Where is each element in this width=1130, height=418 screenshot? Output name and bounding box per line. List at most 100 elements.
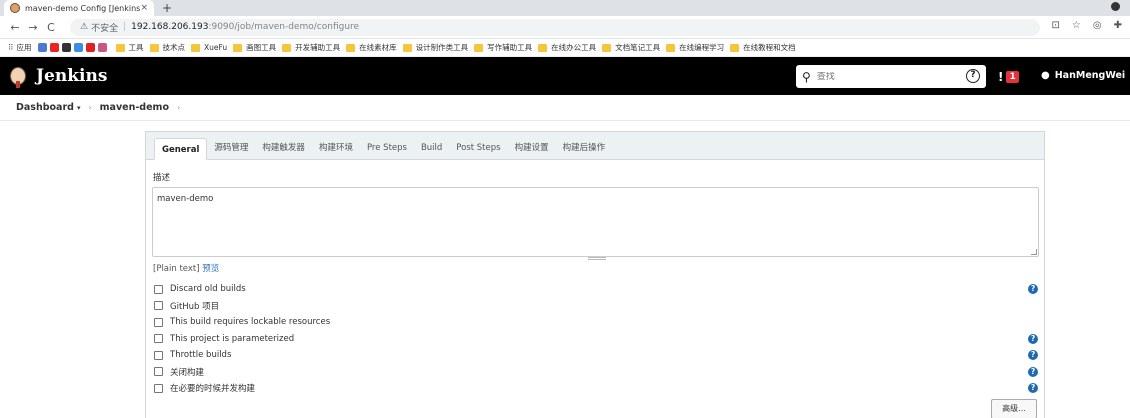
checkbox[interactable] <box>154 284 163 294</box>
bookmark-folder[interactable]: 在线教程和文档 <box>730 42 796 53</box>
address-bar: ← → C ⚠ 不安全 | 192.168.206.193 :9090/job/… <box>0 16 1130 39</box>
folder-icon <box>282 43 292 52</box>
text-format: [Plain text] 预览 <box>153 262 219 274</box>
folder-icon <box>538 43 548 52</box>
window-controls <box>1111 2 1120 11</box>
bookmark-folder[interactable]: 在线素材库 <box>346 42 397 53</box>
tab-post-steps[interactable]: Post Steps <box>449 137 507 159</box>
bookmark-folder[interactable]: 写作辅助工具 <box>474 42 532 53</box>
folder-icon <box>474 43 484 52</box>
bookmark-folder[interactable]: 开发辅助工具 <box>282 42 340 53</box>
bookmark-apps[interactable]: ⠿ 应用 <box>8 42 32 53</box>
jenkins-header: Jenkins ⚲ ? ! 1 ● HanMengWei <box>0 57 1130 95</box>
tab-scm[interactable]: 源码管理 <box>207 137 255 159</box>
url-divider: | <box>123 22 127 32</box>
option-concurrent-builds: 在必要的时候并发构建 ? <box>154 380 1038 397</box>
description-value: maven-demo <box>157 194 214 204</box>
forward-button[interactable]: → <box>24 21 42 34</box>
bookmark-star-icon[interactable]: ☆ <box>1072 20 1081 31</box>
url-path: :9090/job/maven-demo/configure <box>208 22 360 32</box>
description-textarea[interactable]: maven-demo <box>152 187 1039 257</box>
help-icon[interactable]: ? <box>1028 333 1038 344</box>
breadcrumb: Dashboard ▾ › maven-demo › <box>0 95 1130 121</box>
breadcrumb-dashboard[interactable]: Dashboard <box>16 102 74 113</box>
help-icon[interactable]: ? <box>1028 350 1038 360</box>
tab-triggers[interactable]: 构建触发器 <box>255 137 312 159</box>
tab-build[interactable]: Build <box>414 137 449 159</box>
bookmark-folder[interactable]: 在线办公工具 <box>538 42 596 53</box>
checkbox[interactable] <box>154 367 163 377</box>
checkbox[interactable] <box>154 383 163 393</box>
help-icon[interactable]: ? <box>1028 383 1038 393</box>
tab-build-settings[interactable]: 构建设置 <box>508 137 556 159</box>
tab-build-env[interactable]: 构建环境 <box>312 137 360 159</box>
translate-icon[interactable]: ⊡ <box>1052 20 1060 31</box>
tab-close-icon[interactable]: × <box>140 3 148 13</box>
bookmark-site-icons[interactable] <box>37 43 110 52</box>
user-name: HanMengWei <box>1054 70 1126 81</box>
option-github-project: GitHub 项目 <box>154 298 1038 315</box>
tab-pre-steps[interactable]: Pre Steps <box>360 137 414 159</box>
folder-icon <box>602 43 612 52</box>
extension-icon[interactable]: ◎ <box>1093 20 1102 31</box>
bookmark-folder[interactable]: 在线编程学习 <box>666 42 724 53</box>
jenkins-favicon-icon <box>10 3 20 13</box>
security-alert[interactable]: ! 1 <box>998 70 1019 84</box>
description-label: 描述 <box>153 173 171 183</box>
checkbox[interactable] <box>154 317 163 327</box>
search-input[interactable] <box>816 71 947 82</box>
search-box: ⚲ ? <box>796 65 986 88</box>
url-input[interactable]: ⚠ 不安全 | 192.168.206.193 :9090/job/maven-… <box>70 18 1040 36</box>
bookmark-folder[interactable]: XueFu <box>191 43 227 52</box>
search-help-icon[interactable]: ? <box>966 69 980 83</box>
folder-icon <box>233 43 243 52</box>
bookmark-folder[interactable]: 技术点 <box>149 42 185 53</box>
back-button[interactable]: ← <box>6 21 24 34</box>
bookmark-folder[interactable]: 工具 <box>115 42 144 53</box>
breadcrumb-job[interactable]: maven-demo <box>100 102 169 113</box>
checkbox[interactable] <box>154 301 163 311</box>
warning-icon[interactable]: ⚠ <box>80 22 88 32</box>
folder-icon <box>149 43 159 52</box>
resize-handle-icon[interactable] <box>1031 249 1037 255</box>
folder-icon <box>666 43 676 52</box>
user-menu[interactable]: ● HanMengWei <box>1041 70 1125 81</box>
option-parameterized: This project is parameterized ? <box>154 331 1038 348</box>
site-icon <box>37 43 47 52</box>
jenkins-logo-icon[interactable] <box>8 64 28 88</box>
site-icon <box>73 43 83 52</box>
option-throttle-builds: Throttle builds ? <box>154 347 1038 364</box>
advanced-button[interactable]: 高级... <box>991 399 1037 418</box>
site-icon <box>85 43 95 52</box>
textarea-grip-icon[interactable] <box>588 257 606 260</box>
bookmark-folder[interactable]: 设计制作类工具 <box>402 42 468 53</box>
reload-button[interactable]: C <box>42 21 60 34</box>
preview-link[interactable]: 预览 <box>202 264 219 274</box>
tab-post-build[interactable]: 构建后操作 <box>556 137 613 159</box>
jenkins-title[interactable]: Jenkins <box>36 66 107 86</box>
breadcrumb-separator-icon: › <box>88 103 92 112</box>
bookmark-folder[interactable]: 文档笔记工具 <box>602 42 660 53</box>
site-icon <box>61 43 71 52</box>
browser-tab-bar: maven-demo Config [Jenkins] × + <box>0 0 1130 16</box>
help-icon[interactable]: ? <box>1028 366 1038 377</box>
checkbox[interactable] <box>154 350 163 360</box>
bookmark-folder[interactable]: 画图工具 <box>233 42 276 53</box>
browser-tab[interactable]: maven-demo Config [Jenkins] × <box>4 0 154 16</box>
site-icon <box>97 43 107 52</box>
breadcrumb-separator-icon[interactable]: › <box>177 103 180 112</box>
tab-general[interactable]: General <box>154 138 208 160</box>
chevron-down-icon[interactable]: ▾ <box>77 104 81 112</box>
help-icon[interactable]: ? <box>1028 284 1038 294</box>
checkbox[interactable] <box>154 334 163 344</box>
profile-icon[interactable] <box>1111 2 1120 11</box>
new-tab-button[interactable]: + <box>162 0 172 16</box>
shield-alert-icon: ! <box>998 70 1004 84</box>
folder-icon <box>346 43 356 52</box>
config-tabs: General 源码管理 构建触发器 构建环境 Pre Steps Build … <box>146 132 1044 160</box>
address-bar-icons: ⊡ ☆ ◎ ✚ <box>1052 20 1122 31</box>
tab-title: maven-demo Config [Jenkins] <box>25 3 141 13</box>
puzzle-icon[interactable]: ✚ <box>1114 20 1122 31</box>
alert-count-badge: 1 <box>1006 71 1019 83</box>
option-disable-build: 关闭构建 ? <box>154 364 1038 381</box>
